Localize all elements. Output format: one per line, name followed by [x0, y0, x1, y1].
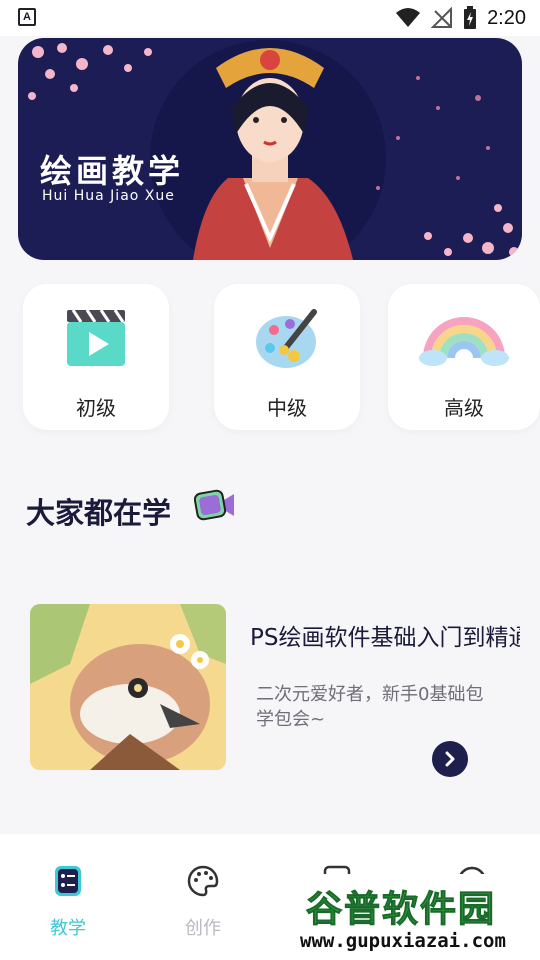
section-title: 大家都在学 [26, 496, 172, 530]
level-label: 中级 [267, 396, 307, 420]
level-label: 高级 [444, 396, 484, 420]
status-time: 2:20 [487, 6, 526, 29]
wifi-icon [396, 8, 421, 27]
tab-create[interactable]: 创作 [163, 864, 243, 940]
palette-icon [187, 865, 219, 897]
watermark-title: 谷普软件园 [305, 889, 497, 931]
hero-banner[interactable]: 绘画教学 Hui Hua Jiao Xue [18, 38, 522, 260]
banner-title: 绘画教学 [40, 152, 185, 190]
course-description: 二次元爱好者，新手0基础包学包会~ [256, 684, 484, 730]
watermark-url: www.gupuxiazai.com [300, 930, 506, 952]
no-signal-icon [431, 7, 453, 28]
notification-a-icon: A [18, 8, 36, 26]
site-watermark: 谷普软件园 www.gupuxiazai.com [296, 874, 540, 960]
chevron-right-icon [445, 751, 455, 767]
tab-label: 教学 [50, 918, 86, 939]
status-icons: 2:20 [395, 0, 526, 36]
tab-teach[interactable]: 教学 [28, 864, 108, 940]
course-title: PS绘画软件基础入门到精通 [250, 625, 520, 651]
level-card-intermediate[interactable]: 中级 [214, 284, 360, 430]
camera-icon [194, 489, 234, 521]
level-label: 初级 [76, 396, 116, 420]
level-card-beginner[interactable]: 初级 [23, 284, 169, 430]
course-thumbnail [30, 604, 226, 770]
course-open-button[interactable] [432, 741, 468, 777]
rainbow-icon [419, 317, 509, 366]
palette-icon [256, 309, 317, 368]
course-card[interactable]: PS绘画软件基础入门到精通 二次元爱好者，新手0基础包学包会~ [30, 604, 520, 777]
level-card-advanced[interactable]: 高级 [388, 284, 540, 430]
teach-icon [55, 866, 81, 896]
battery-charging-icon [464, 6, 477, 29]
status-bar: A 2:20 [0, 0, 540, 36]
video-clapper-icon [67, 309, 125, 366]
banner-subtitle: Hui Hua Jiao Xue [42, 188, 175, 204]
tab-label: 创作 [185, 918, 221, 939]
